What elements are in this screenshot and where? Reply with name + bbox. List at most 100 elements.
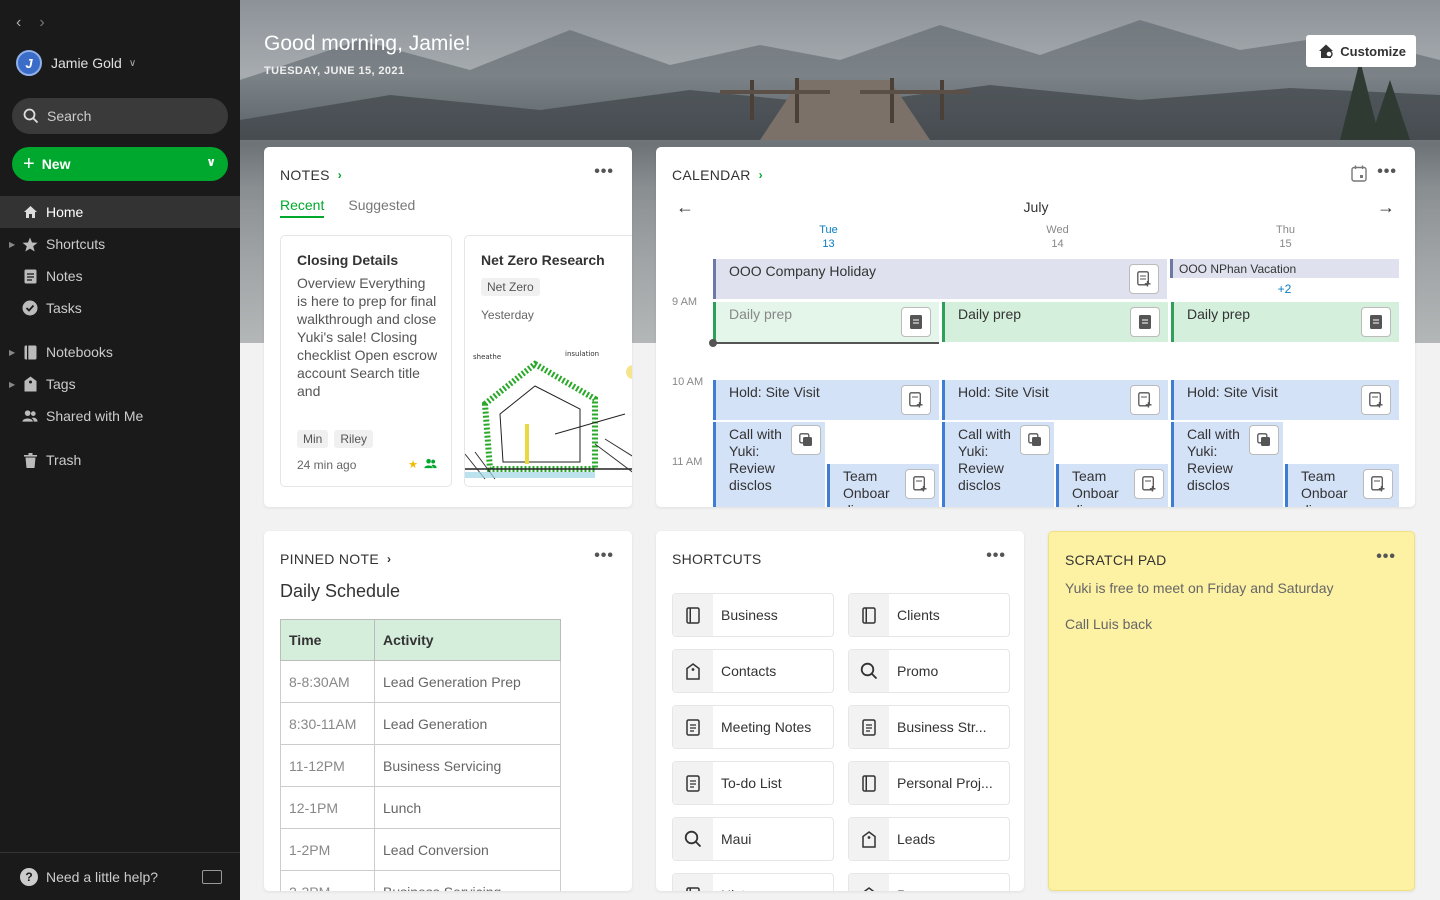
linked-notes-icon[interactable] — [1249, 425, 1279, 455]
calendar-event[interactable]: Team Onboar ding — [1285, 464, 1399, 507]
shortcut-item[interactable]: Business Str... — [848, 705, 1010, 749]
shortcut-item[interactable]: Business — [672, 593, 834, 637]
shortcut-item[interactable]: Meeting Notes — [672, 705, 834, 749]
add-note-icon[interactable] — [1363, 469, 1393, 499]
widget-title-label: CALENDAR — [672, 167, 751, 183]
scratch-pad-line[interactable]: Call Luis back — [1065, 616, 1152, 632]
add-note-icon[interactable] — [1134, 469, 1164, 499]
day-header[interactable]: Wed 14 — [943, 223, 1172, 251]
tab-suggested[interactable]: Suggested — [348, 197, 415, 218]
new-button[interactable]: + New ∨ — [12, 147, 228, 181]
table-cell: 11-12PM — [280, 744, 375, 787]
tag-chip[interactable]: Net Zero — [481, 278, 540, 296]
calendar-event[interactable]: Daily prep — [942, 302, 1168, 342]
greeting: Good morning, Jamie! — [264, 32, 471, 55]
note-icon[interactable] — [1361, 307, 1391, 337]
more-options-icon[interactable]: ••• — [594, 163, 614, 181]
scratch-pad-line[interactable]: Yuki is free to meet on Friday and Satur… — [1065, 580, 1333, 596]
tab-recent[interactable]: Recent — [280, 197, 325, 218]
shortcut-label: Business Str... — [897, 719, 987, 735]
sidebar-item-tags[interactable]: ▶ Tags — [0, 368, 240, 400]
shortcut-item[interactable]: Promo — [848, 649, 1010, 693]
linked-notes-icon[interactable] — [791, 425, 821, 455]
shortcut-item[interactable]: To-do List — [672, 761, 834, 805]
calendar-widget-title[interactable]: CALENDAR › — [672, 167, 763, 183]
expand-icon[interactable]: ▶ — [9, 348, 15, 357]
customize-button[interactable]: Customize — [1306, 35, 1416, 67]
sidebar-item-notes[interactable]: Notes — [0, 260, 240, 292]
back-arrow-icon[interactable]: ‹ — [16, 14, 21, 32]
day-header[interactable]: Tue 13 — [714, 223, 943, 251]
shortcut-item[interactable]: Contacts — [672, 649, 834, 693]
calendar-event[interactable]: Daily prep — [713, 302, 939, 342]
expand-icon[interactable]: ▶ — [9, 240, 15, 249]
linked-notes-icon[interactable] — [1020, 425, 1050, 455]
more-options-icon[interactable]: ••• — [1376, 548, 1396, 566]
day-name: Wed — [1046, 224, 1069, 236]
sidebar-item-home[interactable]: Home — [0, 196, 240, 228]
calendar-event[interactable]: Daily prep — [1171, 302, 1399, 342]
calendar-event[interactable]: OOO NPhan Vacation — [1170, 259, 1399, 278]
pinned-note-title[interactable]: Daily Schedule — [280, 581, 400, 602]
calendar-event[interactable]: Team Onboar ding — [1056, 464, 1168, 507]
sidebar-item-trash[interactable]: Trash — [0, 444, 240, 476]
calendar-event[interactable]: Call with Yuki: Review disclos — [1171, 422, 1283, 507]
more-events-link[interactable]: +2 — [1170, 282, 1399, 296]
note-card[interactable]: Closing Details Overview Everything is h… — [280, 235, 452, 487]
event-title: Team Onboar ding — [843, 468, 890, 507]
more-options-icon[interactable]: ••• — [1377, 163, 1397, 181]
shortcut-item[interactable]: Leads — [848, 817, 1010, 861]
sidebar-item-shortcuts[interactable]: ▶ Shortcuts — [0, 228, 240, 260]
search-icon — [673, 818, 713, 860]
shortcut-item[interactable]: Personal Proj... — [848, 761, 1010, 805]
note-icon[interactable] — [1130, 307, 1160, 337]
calendar-event[interactable]: Hold: Site Visit — [942, 380, 1168, 420]
note-icon[interactable] — [901, 307, 931, 337]
event-title: OOO NPhan Vacation — [1179, 262, 1297, 276]
sidebar-item-notebooks[interactable]: ▶ Notebooks — [0, 336, 240, 368]
add-note-icon[interactable] — [1130, 385, 1160, 415]
add-note-icon[interactable] — [1361, 385, 1391, 415]
account-switcher[interactable]: J Jamie Gold ∨ — [16, 50, 136, 76]
tag-chip[interactable]: Riley — [334, 430, 374, 448]
shortcut-label: Meeting Notes — [721, 719, 812, 735]
chevron-down-icon[interactable]: ∨ — [206, 155, 216, 169]
shortcut-item[interactable]: Histor... — [672, 873, 834, 891]
day-header[interactable]: Thu 15 — [1171, 223, 1400, 251]
expand-icon[interactable]: ▶ — [9, 380, 15, 389]
more-options-icon[interactable]: ••• — [594, 547, 614, 565]
calendar-event[interactable]: Hold: Site Visit — [1171, 380, 1399, 420]
add-note-icon[interactable] — [1129, 264, 1159, 294]
tag-icon — [673, 650, 713, 692]
calendar-icon[interactable] — [1351, 165, 1367, 182]
notes-widget-title[interactable]: NOTES › — [280, 167, 342, 183]
pinned-note-widget-title[interactable]: PINNED NOTE › — [280, 551, 391, 567]
shortcut-item[interactable]: Prosp... — [848, 873, 1010, 891]
next-arrow-icon[interactable]: → — [1377, 197, 1395, 218]
scratch-pad-widget[interactable]: SCRATCH PAD ••• Yuki is free to meet on … — [1048, 531, 1415, 891]
add-note-icon[interactable] — [901, 385, 931, 415]
account-name: Jamie Gold — [51, 55, 122, 71]
calendar-event[interactable]: Call with Yuki: Review disclos — [942, 422, 1054, 507]
day-number: 13 — [822, 238, 835, 250]
tag-chip[interactable]: Min — [297, 430, 329, 448]
shortcut-item[interactable]: Maui — [672, 817, 834, 861]
sidebar-item-shared[interactable]: Shared with Me — [0, 400, 240, 432]
calendar-event[interactable]: OOO Company Holiday — [713, 259, 1167, 299]
calendar-event[interactable]: Hold: Site Visit — [713, 380, 939, 420]
more-options-icon[interactable]: ••• — [986, 547, 1006, 565]
note-card[interactable]: Net Zero Research Net Zero Yesterday she… — [464, 235, 632, 487]
search-input[interactable]: Search — [12, 98, 228, 134]
calendar-event[interactable]: Team Onboar ding — [827, 464, 939, 507]
table-header-row: Time Activity — [280, 619, 561, 661]
add-note-icon[interactable] — [905, 469, 935, 499]
event-title: Hold: Site Visit — [729, 384, 820, 400]
sidebar-item-tasks[interactable]: Tasks — [0, 292, 240, 324]
calendar-event[interactable]: Call with Yuki: Review disclos — [713, 422, 825, 507]
table-row: 2-3PMBusiness Servicing — [280, 870, 561, 891]
help-link[interactable]: ? Need a little help? — [0, 852, 240, 900]
table-cell: Business Servicing — [374, 870, 561, 891]
shortcut-item[interactable]: Clients — [848, 593, 1010, 637]
forward-arrow-icon[interactable]: › — [39, 14, 44, 32]
keyboard-icon[interactable] — [202, 869, 222, 884]
